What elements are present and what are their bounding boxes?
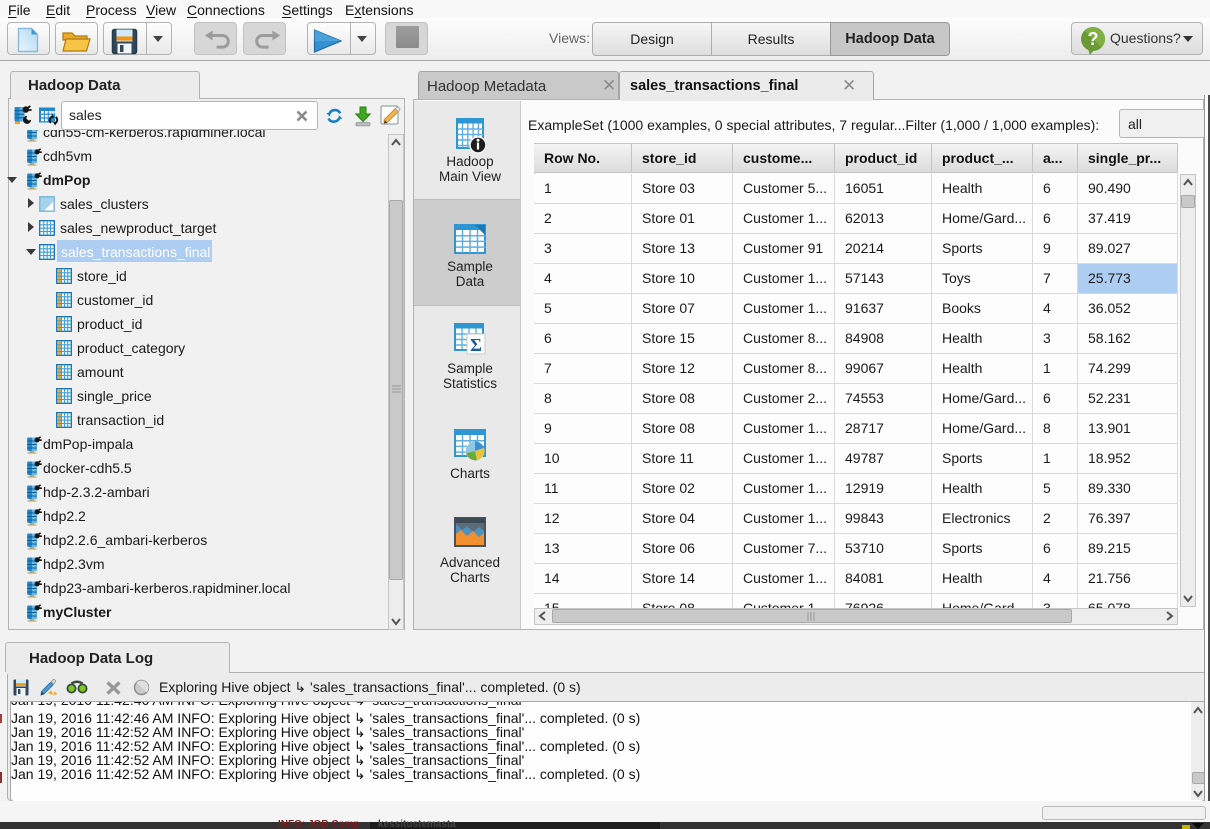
svg-text:Σ: Σ xyxy=(470,335,482,355)
svg-text:?: ? xyxy=(1088,29,1099,49)
